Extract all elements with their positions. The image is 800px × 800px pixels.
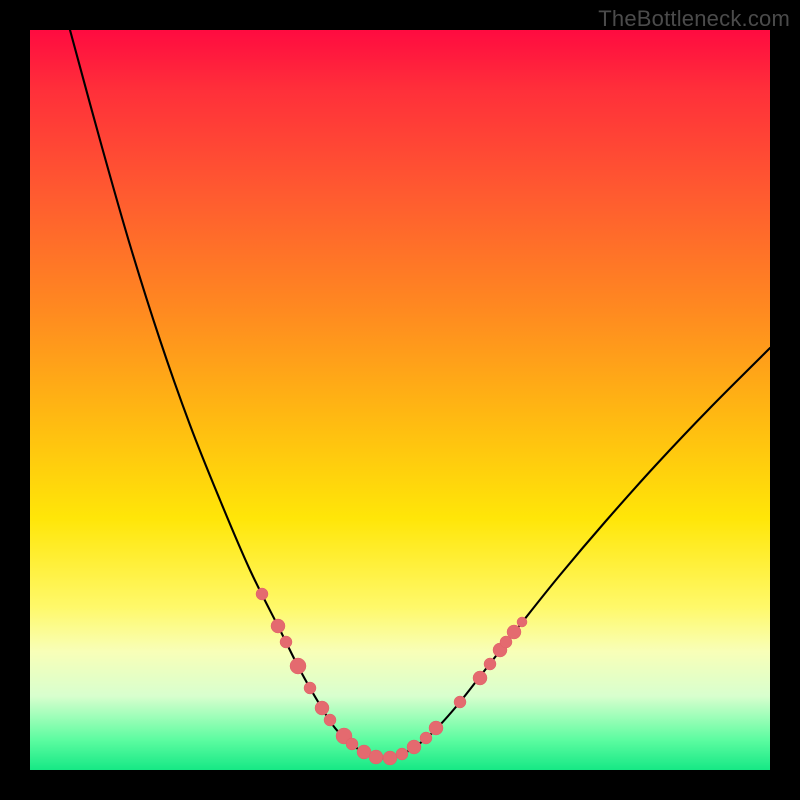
- curve-marker: [517, 617, 527, 627]
- curve-marker: [346, 738, 358, 750]
- curve-marker: [407, 740, 421, 754]
- curve-marker: [324, 714, 336, 726]
- chart-frame: TheBottleneck.com: [0, 0, 800, 800]
- plot-area: [30, 30, 770, 770]
- curve-marker: [271, 619, 285, 633]
- curve-marker: [304, 682, 316, 694]
- curve-marker: [484, 658, 496, 670]
- curve-marker: [315, 701, 329, 715]
- curve-marker: [369, 750, 383, 764]
- bottleneck-curve: [70, 30, 770, 758]
- curve-marker: [383, 751, 397, 765]
- curve-marker: [256, 588, 268, 600]
- curve-marker: [290, 658, 306, 674]
- curve-marker: [473, 671, 487, 685]
- curve-marker: [280, 636, 292, 648]
- curve-marker: [396, 748, 408, 760]
- curve-marker: [420, 732, 432, 744]
- curve-marker: [454, 696, 466, 708]
- curve-layer: [30, 30, 770, 770]
- curve-marker: [507, 625, 521, 639]
- curve-marker: [429, 721, 443, 735]
- watermark-text: TheBottleneck.com: [598, 6, 790, 32]
- markers-group: [256, 588, 527, 765]
